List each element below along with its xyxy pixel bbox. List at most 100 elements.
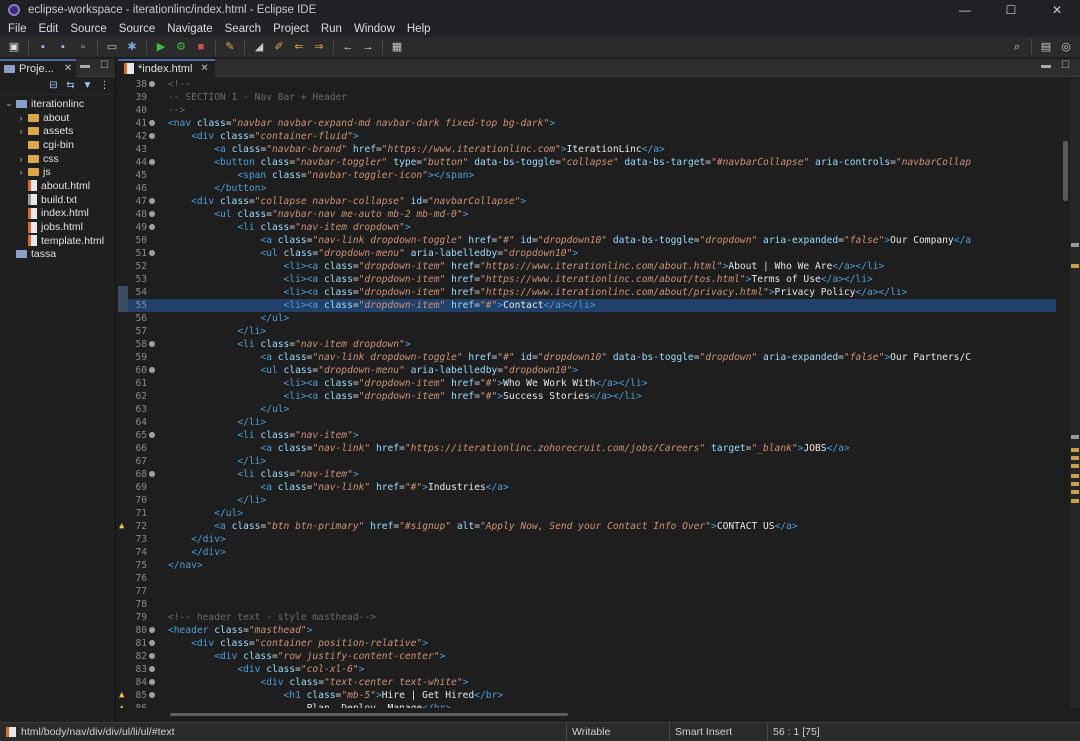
chevron-right-icon[interactable]: ›	[16, 154, 26, 164]
menu-source[interactable]: Source	[64, 23, 112, 35]
tree-item[interactable]: build.txt	[0, 193, 115, 207]
run-icon[interactable]: ▶	[153, 39, 169, 55]
code-line[interactable]: 72 <a class="btn btn-primary" href="#sig…	[118, 520, 1056, 533]
code-line[interactable]: 48 <ul class="navbar-nav me-auto mb-2 mb…	[118, 208, 1056, 221]
fold-toggle-icon[interactable]	[148, 117, 156, 130]
menu-run[interactable]: Run	[315, 23, 348, 35]
stop-icon[interactable]: ■	[193, 39, 209, 55]
fold-toggle-icon[interactable]	[148, 208, 156, 221]
perspective-web-icon[interactable]: ◎	[1058, 39, 1074, 55]
perspective-java-icon[interactable]: ▤	[1038, 39, 1054, 55]
tree-item[interactable]: jobs.html	[0, 220, 115, 234]
code-line[interactable]: 43 <a class="navbar-brand" href="https:/…	[118, 143, 1056, 156]
chevron-right-icon[interactable]: ›	[16, 167, 26, 177]
code-line[interactable]: 67 </li>	[118, 455, 1056, 468]
ruler-mark[interactable]	[1071, 243, 1079, 247]
code-line[interactable]: 81 <div class="container position-relati…	[118, 637, 1056, 650]
tree-item[interactable]: tassa	[0, 248, 115, 262]
menu-search[interactable]: Search	[219, 23, 267, 35]
code-line[interactable]: 56 </ul>	[118, 312, 1056, 325]
code-line[interactable]: 47 <div class="collapse navbar-collapse"…	[118, 195, 1056, 208]
fold-toggle-icon[interactable]	[148, 637, 156, 650]
code-line[interactable]: 60 <ul class="dropdown-menu" aria-labell…	[118, 364, 1056, 377]
code-line[interactable]: 42 <div class="container-fluid">	[118, 130, 1056, 143]
code-line[interactable]: 68 <li class="nav-item">	[118, 468, 1056, 481]
fold-toggle-icon[interactable]	[148, 78, 156, 91]
code-editor[interactable]: 38 <!-- 39 -- SECTION 1 - Nav Bar + Header 4…	[118, 78, 1056, 708]
fold-toggle-icon[interactable]	[148, 468, 156, 481]
code-line[interactable]: 73 </div>	[118, 533, 1056, 546]
ruler-mark[interactable]	[1071, 474, 1079, 478]
cursor-position-status[interactable]: 56 : 1 [75]	[767, 722, 887, 741]
menu-source-2[interactable]: Source	[113, 23, 161, 35]
next-edit-icon[interactable]: ⇒	[311, 39, 327, 55]
tree-item[interactable]: ⌄ iterationlinc	[0, 97, 115, 111]
insert-mode-status[interactable]: Smart Insert	[669, 722, 767, 741]
forward-icon[interactable]: →	[360, 39, 376, 55]
code-line[interactable]: 64 </li>	[118, 416, 1056, 429]
back-icon[interactable]: ←	[340, 39, 356, 55]
code-line[interactable]: 85 <h1 class="mb-5">Hire | Get Hired</br…	[118, 689, 1056, 702]
code-line[interactable]: 50 <a class="nav-link dropdown-toggle" h…	[118, 234, 1056, 247]
code-line[interactable]: 46 </button>	[118, 182, 1056, 195]
fold-toggle-icon[interactable]	[148, 338, 156, 351]
code-line[interactable]: 57 </li>	[118, 325, 1056, 338]
code-line[interactable]: 59 <a class="nav-link dropdown-toggle" h…	[118, 351, 1056, 364]
terminal-icon[interactable]: ▭	[104, 39, 120, 55]
scrollbar-thumb[interactable]	[1063, 141, 1068, 201]
code-line[interactable]: 66 <a class="nav-link" href="https://ite…	[118, 442, 1056, 455]
filter-icon[interactable]: ▼	[81, 79, 94, 92]
code-line[interactable]: 40 -->	[118, 104, 1056, 117]
menu-edit[interactable]: Edit	[33, 23, 65, 35]
format-icon[interactable]: ◢	[251, 39, 267, 55]
fold-toggle-icon[interactable]	[148, 650, 156, 663]
maximize-view-icon[interactable]: ☐	[100, 60, 109, 71]
code-line[interactable]: 79 <!-- header text - style masthead-->	[118, 611, 1056, 624]
code-line[interactable]: 84 <div class="text-center text-white">	[118, 676, 1056, 689]
code-line[interactable]: 54 <li><a class="dropdown-item" href="ht…	[118, 286, 1056, 299]
new-icon[interactable]: ▣	[6, 39, 22, 55]
fold-toggle-icon[interactable]	[148, 364, 156, 377]
code-line[interactable]: 53 <li><a class="dropdown-item" href="ht…	[118, 273, 1056, 286]
code-line[interactable]: 63 </ul>	[118, 403, 1056, 416]
search-icon[interactable]: ⌕	[1009, 39, 1025, 55]
warning-icon[interactable]	[118, 520, 128, 533]
fold-toggle-icon[interactable]	[148, 663, 156, 676]
collapse-all-icon[interactable]: ⊟	[47, 79, 60, 92]
tree-item[interactable]: › about	[0, 111, 115, 125]
code-line[interactable]: 80 <header class="masthead">	[118, 624, 1056, 637]
save-all-icon[interactable]: ▪	[55, 39, 71, 55]
tree-item[interactable]: cgi-bin	[0, 138, 115, 152]
maximize-view-icon[interactable]: ☐	[1061, 60, 1070, 71]
code-line[interactable]: 52 <li><a class="dropdown-item" href="ht…	[118, 260, 1056, 273]
fold-toggle-icon[interactable]	[148, 195, 156, 208]
ruler-mark[interactable]	[1071, 464, 1079, 468]
maximize-button[interactable]: ☐	[988, 0, 1034, 20]
code-line[interactable]: 41 <nav class="navbar navbar-expand-md na…	[118, 117, 1056, 130]
code-line[interactable]: 45 <span class="navbar-toggler-icon"></s…	[118, 169, 1056, 182]
minimize-button[interactable]: —	[942, 0, 988, 20]
tree-item[interactable]: › js	[0, 165, 115, 179]
code-line[interactable]: 82 <div class="row justify-content-cente…	[118, 650, 1056, 663]
minimize-view-icon[interactable]: ▬	[80, 60, 90, 71]
tree-item[interactable]: about.html	[0, 179, 115, 193]
menu-file[interactable]: File	[2, 23, 33, 35]
code-line[interactable]: 38 <!--	[118, 78, 1056, 91]
code-line[interactable]: 71 </ul>	[118, 507, 1056, 520]
scrollbar-thumb[interactable]	[170, 713, 568, 716]
code-line[interactable]: 44 <button class="navbar-toggler" type="…	[118, 156, 1056, 169]
code-line[interactable]: 78	[118, 598, 1056, 611]
tree-item[interactable]: index.html	[0, 207, 115, 221]
code-line[interactable]: 62 <li><a class="dropdown-item" href="#"…	[118, 390, 1056, 403]
link-with-editor-icon[interactable]: ⇆	[64, 79, 77, 92]
ruler-mark[interactable]	[1071, 456, 1079, 460]
code-line[interactable]: 39 -- SECTION 1 - Nav Bar + Header	[118, 91, 1056, 104]
code-line[interactable]: 70 </li>	[118, 494, 1056, 507]
prev-annotation-icon[interactable]: ⇐	[291, 39, 307, 55]
code-line[interactable]: 58 <li class="nav-item dropdown">	[118, 338, 1056, 351]
code-line[interactable]: 65 <li class="nav-item">	[118, 429, 1056, 442]
tree-item[interactable]: › assets	[0, 124, 115, 138]
annotation-icon[interactable]: ✐	[271, 39, 287, 55]
vertical-scrollbar[interactable]	[1061, 78, 1070, 708]
fold-toggle-icon[interactable]	[148, 221, 156, 234]
